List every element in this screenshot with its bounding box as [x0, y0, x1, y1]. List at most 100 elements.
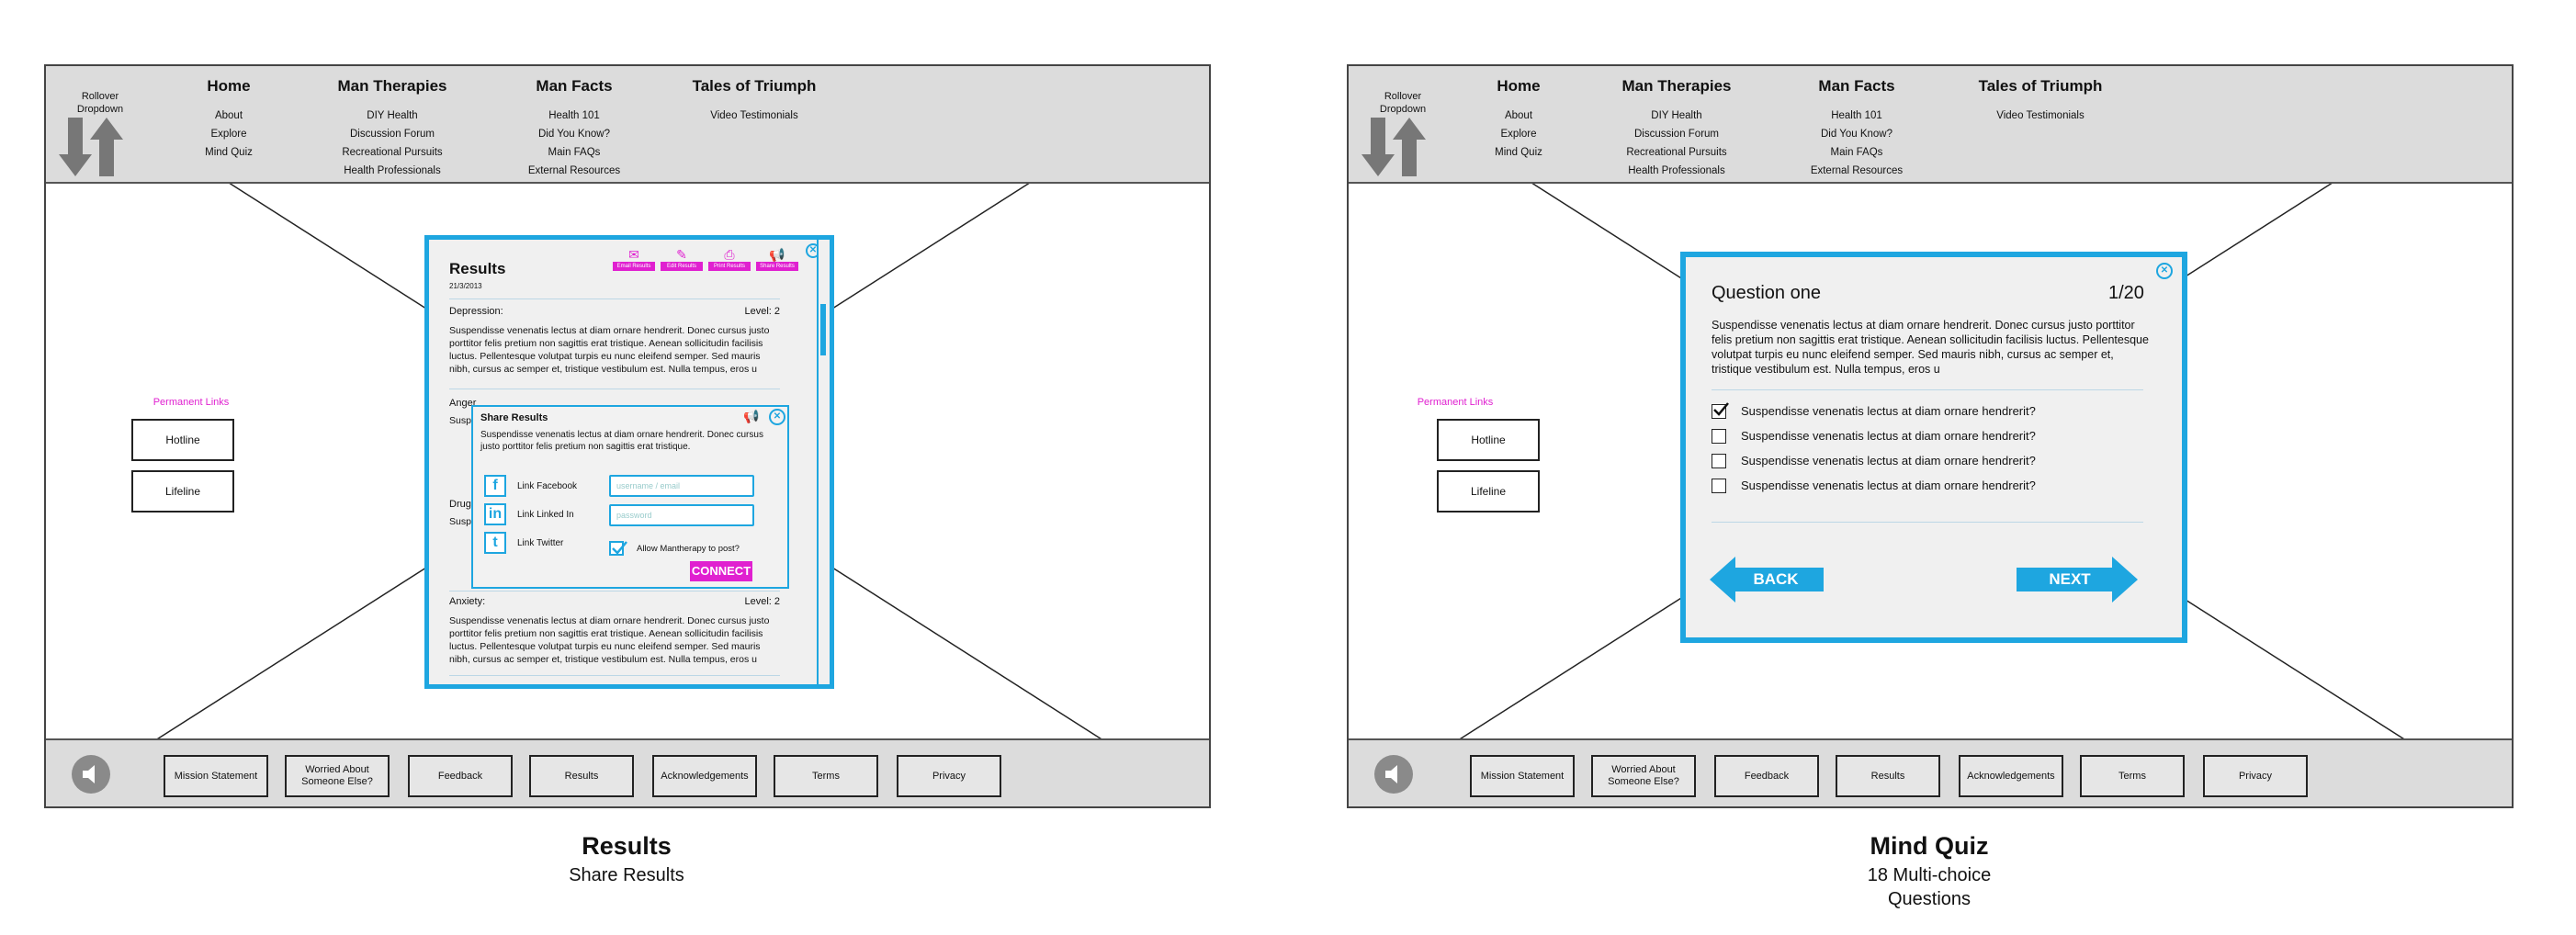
footer-button-terms[interactable]: Terms — [774, 755, 878, 797]
share-results-button[interactable]: 📢 Share Results — [756, 247, 798, 273]
nav-item[interactable]: Health Professionals — [1599, 162, 1755, 180]
footer-button-worried[interactable]: Worried About Someone Else? — [285, 755, 390, 797]
nav-title[interactable]: Man Therapies — [314, 77, 470, 96]
nav-item[interactable]: External Resources — [496, 162, 652, 180]
nav-title[interactable]: Home — [1468, 77, 1569, 96]
nav-item[interactable]: Did You Know? — [496, 125, 652, 143]
nav-item[interactable]: Did You Know? — [1779, 125, 1935, 143]
answer-checkbox[interactable] — [1712, 429, 1726, 444]
footer-button-acknowledgements[interactable]: Acknowledgements — [1959, 755, 2063, 797]
footer-button-mission-statement[interactable]: Mission Statement — [164, 755, 268, 797]
footer-button-worried[interactable]: Worried About Someone Else? — [1591, 755, 1696, 797]
linkedin-label[interactable]: Link Linked In — [517, 510, 574, 520]
nav-item[interactable]: Discussion Forum — [1599, 125, 1755, 143]
nav-title[interactable]: Tales of Triumph — [667, 77, 842, 96]
nav-item[interactable]: Video Testimonials — [1953, 107, 2128, 125]
answer-checkbox[interactable] — [1712, 402, 1729, 419]
nav-home[interactable]: Home About Explore Mind Quiz — [178, 77, 279, 162]
nav-item[interactable]: Health 101 — [496, 107, 652, 125]
nav-title[interactable]: Tales of Triumph — [1953, 77, 2128, 96]
nav-item[interactable]: About — [1468, 107, 1569, 125]
nav-home[interactable]: Home About Explore Mind Quiz — [1468, 77, 1569, 162]
password-input[interactable]: password — [609, 504, 754, 526]
nav-title[interactable]: Man Therapies — [1599, 77, 1755, 96]
twitter-label[interactable]: Link Twitter — [517, 538, 563, 548]
nav-title[interactable]: Man Facts — [1779, 77, 1935, 96]
nav-man-therapies[interactable]: Man Therapies DIY Health Discussion Foru… — [314, 77, 470, 180]
nav-item[interactable]: DIY Health — [314, 107, 470, 125]
footer-button-mission-statement[interactable]: Mission Statement — [1470, 755, 1575, 797]
speaker-button[interactable] — [72, 755, 110, 794]
scrollbar-thumb[interactable] — [820, 304, 826, 355]
nav-title[interactable]: Man Facts — [496, 77, 652, 96]
site-footer: Mission Statement Worried About Someone … — [1349, 738, 2512, 806]
linkedin-icon[interactable]: in — [484, 503, 506, 525]
answer-text[interactable]: Suspendisse venenatis lectus at diam orn… — [1741, 479, 2036, 492]
twitter-icon[interactable]: t — [484, 532, 506, 554]
check-icon — [612, 541, 627, 555]
footer-button-results[interactable]: Results — [1836, 755, 1940, 797]
nav-item[interactable]: Health Professionals — [314, 162, 470, 180]
lifeline-button[interactable]: Lifeline — [1437, 470, 1540, 513]
allow-post-checkbox[interactable] — [609, 541, 627, 556]
answer-checkbox[interactable] — [1712, 454, 1726, 468]
print-results-button[interactable]: ⎙ Print Results — [708, 247, 751, 273]
hotline-button[interactable]: Hotline — [131, 419, 234, 461]
nav-tales-of-triumph[interactable]: Tales of Triumph Video Testimonials — [1953, 77, 2128, 125]
nav-item[interactable]: About — [178, 107, 279, 125]
close-icon[interactable]: ✕ — [769, 409, 785, 425]
nav-tales-of-triumph[interactable]: Tales of Triumph Video Testimonials — [667, 77, 842, 125]
nav-man-facts[interactable]: Man Facts Health 101 Did You Know? Main … — [496, 77, 652, 180]
footer-button-privacy[interactable]: Privacy — [897, 755, 1001, 797]
footer-button-privacy[interactable]: Privacy — [2203, 755, 2308, 797]
nav-item[interactable]: External Resources — [1779, 162, 1935, 180]
username-input[interactable]: username / email — [609, 475, 754, 497]
back-button[interactable]: BACK — [1710, 557, 1827, 603]
nav-item[interactable]: Recreational Pursuits — [314, 143, 470, 162]
hotline-button[interactable]: Hotline — [1437, 419, 1540, 461]
nav-item[interactable]: Recreational Pursuits — [1599, 143, 1755, 162]
footer-button-terms[interactable]: Terms — [2080, 755, 2185, 797]
answer-text[interactable]: Suspendisse venenatis lectus at diam orn… — [1741, 454, 2036, 468]
results-date: 21/3/2013 — [449, 282, 482, 290]
next-label[interactable]: NEXT — [2017, 570, 2138, 589]
scrollbar[interactable] — [817, 240, 830, 684]
nav-item[interactable]: Explore — [1468, 125, 1569, 143]
rollover-dropdown-icon[interactable] — [59, 118, 132, 178]
back-label[interactable]: BACK — [1710, 570, 1827, 589]
lifeline-button[interactable]: Lifeline — [131, 470, 234, 513]
nav-man-therapies[interactable]: Man Therapies DIY Health Discussion Foru… — [1599, 77, 1755, 180]
footer-button-feedback[interactable]: Feedback — [408, 755, 513, 797]
footer-button-feedback[interactable]: Feedback — [1714, 755, 1819, 797]
printer-icon: ⎙ — [724, 247, 735, 262]
facebook-icon[interactable]: f — [484, 475, 506, 497]
facebook-label[interactable]: Link Facebook — [517, 481, 577, 491]
answer-text[interactable]: Suspendisse venenatis lectus at diam orn… — [1741, 404, 2036, 418]
speaker-button[interactable] — [1374, 755, 1413, 794]
edit-results-button[interactable]: ✎ Edit Results — [661, 247, 703, 273]
email-results-button[interactable]: ✉ Email Results — [613, 247, 655, 273]
action-label: Edit Results — [661, 262, 703, 271]
megaphone-icon: 📢 — [769, 247, 785, 262]
answer-checkbox[interactable] — [1712, 479, 1726, 493]
nav-item[interactable]: DIY Health — [1599, 107, 1755, 125]
nav-item[interactable]: Explore — [178, 125, 279, 143]
nav-item[interactable]: Discussion Forum — [314, 125, 470, 143]
answer-text[interactable]: Suspendisse venenatis lectus at diam orn… — [1741, 429, 2036, 443]
rollover-dropdown-icon[interactable] — [1361, 118, 1435, 178]
question-counter: 1/20 — [2108, 283, 2144, 303]
nav-item[interactable]: Health 101 — [1779, 107, 1935, 125]
nav-item[interactable]: Main FAQs — [1779, 143, 1935, 162]
nav-item[interactable]: Mind Quiz — [178, 143, 279, 162]
close-icon[interactable]: ✕ — [2156, 263, 2173, 279]
connect-button[interactable]: CONNECT — [690, 561, 752, 581]
action-label: Email Results — [613, 262, 655, 271]
nav-item[interactable]: Mind Quiz — [1468, 143, 1569, 162]
nav-item[interactable]: Main FAQs — [496, 143, 652, 162]
nav-title[interactable]: Home — [178, 77, 279, 96]
nav-item[interactable]: Video Testimonials — [667, 107, 842, 125]
footer-button-results[interactable]: Results — [529, 755, 634, 797]
next-button[interactable]: NEXT — [2017, 557, 2138, 603]
footer-button-acknowledgements[interactable]: Acknowledgements — [652, 755, 757, 797]
nav-man-facts[interactable]: Man Facts Health 101 Did You Know? Main … — [1779, 77, 1935, 180]
